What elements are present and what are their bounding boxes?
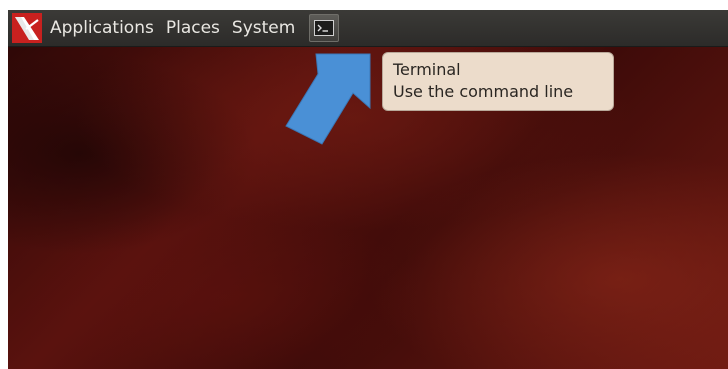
menu-applications[interactable]: Applications xyxy=(44,10,160,46)
pointer-arrow-icon xyxy=(285,53,371,145)
menu-places[interactable]: Places xyxy=(160,10,226,46)
tooltip-description: Use the command line xyxy=(393,82,574,101)
terminal-icon xyxy=(314,20,335,36)
desktop: Applications Places System Terminal Use … xyxy=(8,10,728,369)
menu-system[interactable]: System xyxy=(226,10,301,46)
tooltip-title: Terminal xyxy=(393,60,461,79)
distro-logo-icon[interactable] xyxy=(10,12,44,44)
top-panel: Applications Places System xyxy=(8,10,728,47)
terminal-tooltip: Terminal Use the command line xyxy=(382,52,614,111)
terminal-launcher-button[interactable] xyxy=(309,14,340,42)
